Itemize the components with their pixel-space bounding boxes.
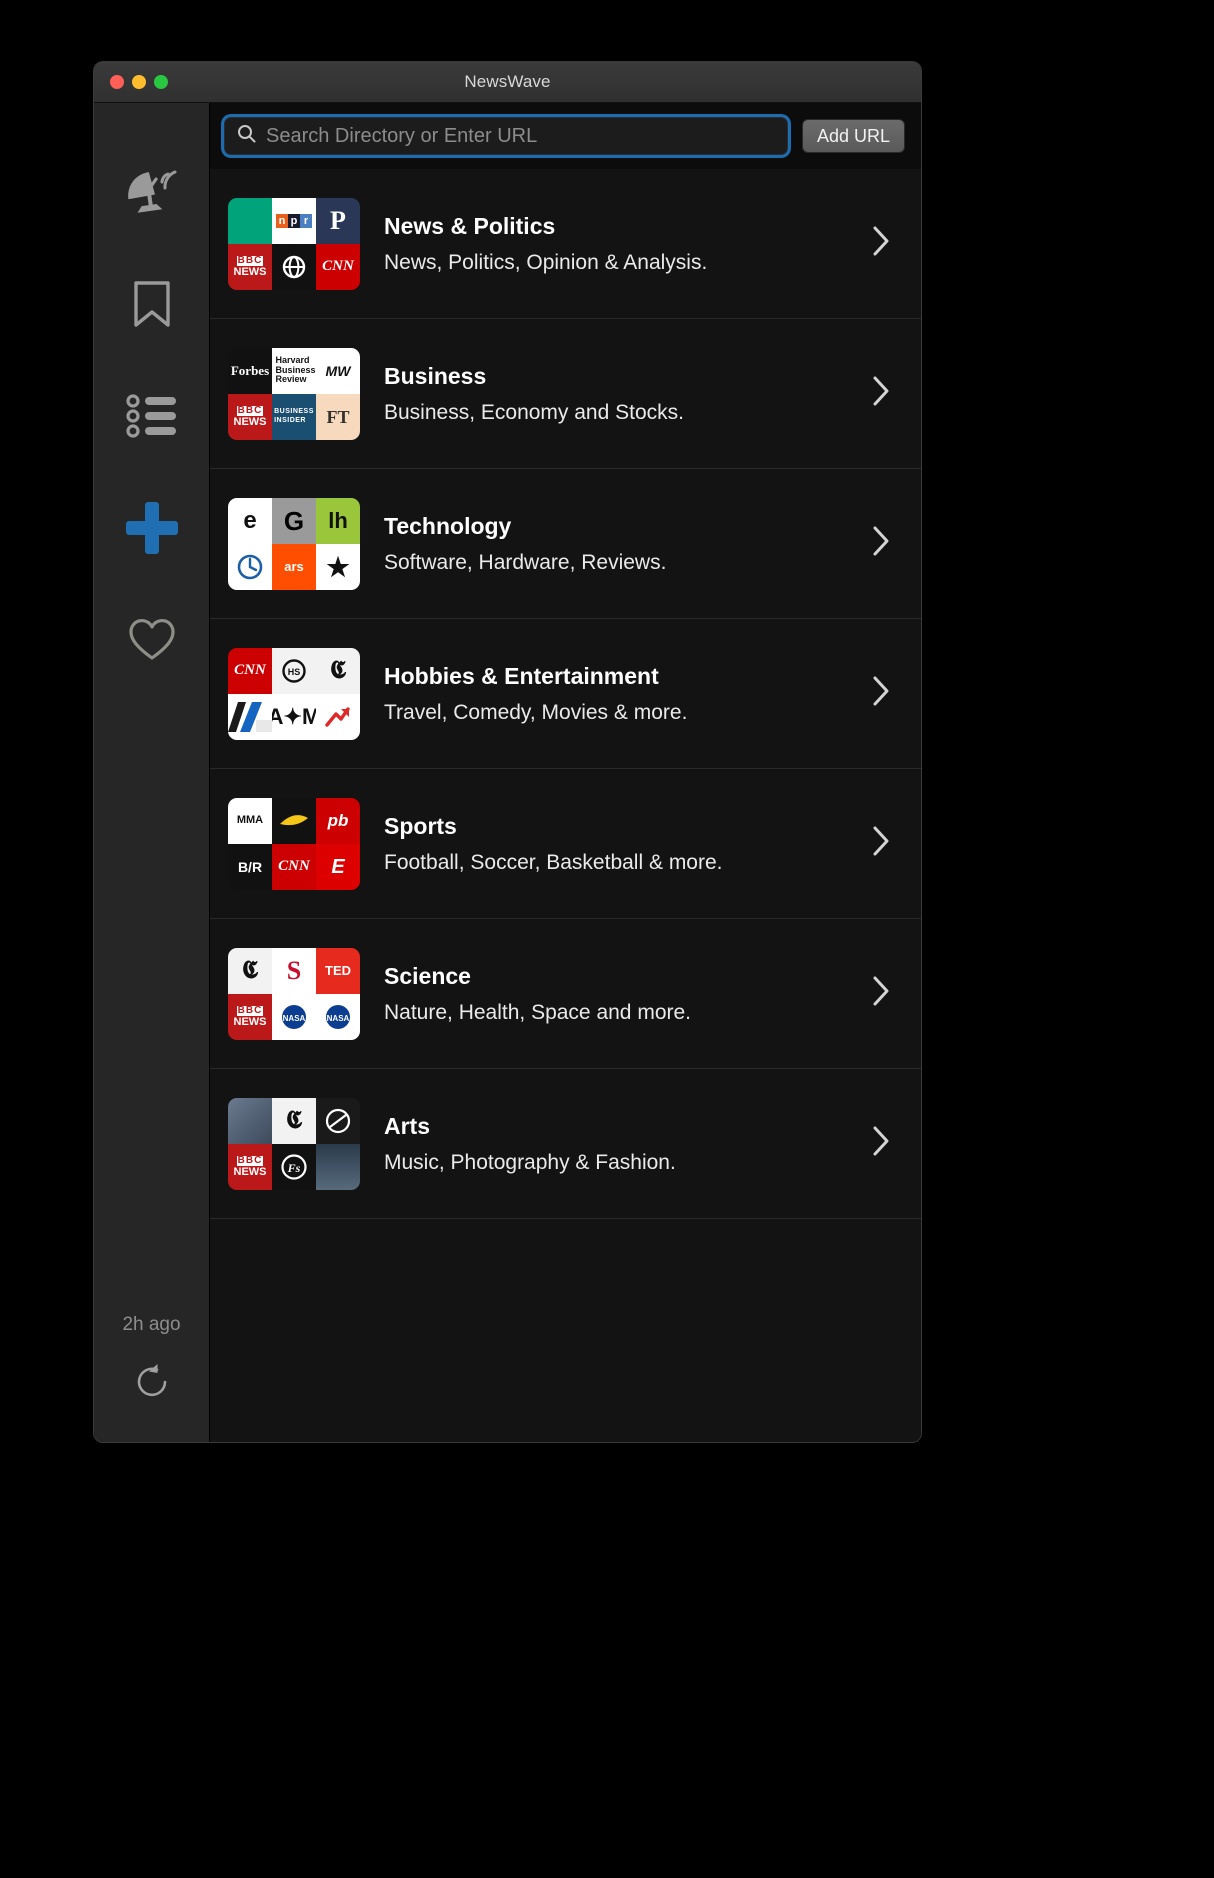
row-title: Technology — [384, 512, 512, 539]
zoom-button[interactable] — [154, 75, 168, 89]
svg-text:Fs: Fs — [287, 1161, 301, 1175]
close-button[interactable] — [110, 75, 124, 89]
row-subtitle: Nature, Health, Space and more. — [384, 1000, 692, 1024]
window-body: 2h ago Search Directory or Enter URL Add… — [94, 103, 921, 1442]
search-icon — [237, 124, 256, 148]
add-url-button[interactable]: Add URL — [801, 119, 905, 153]
list-icon — [125, 394, 178, 438]
category-thumbnail: e G lh ars ★ — [228, 497, 360, 590]
directory-row-arts[interactable]: 𝕮 BBC NEWS Fs Arts Music, Photography & F… — [210, 1069, 921, 1219]
sidebar-item-reading-list[interactable] — [115, 379, 189, 453]
last-refresh-label: 2h ago — [122, 1314, 181, 1335]
row-title: Arts — [384, 1112, 431, 1139]
row-subtitle: Music, Photography & Fashion. — [384, 1150, 676, 1174]
directory-row-hobbies-entertainment[interactable]: CNN HS 𝕮 A✦M Hobbies & Entertainment Tra… — [210, 619, 921, 769]
category-thumbnail: Forbes Harvard Business Review MW BBC NEWS … — [228, 347, 360, 440]
row-title: News & Politics — [384, 212, 556, 239]
category-thumbnail: 𝕮 S TED BBC NEWS NASA NASA — [228, 947, 360, 1040]
category-thumbnail: CNN HS 𝕮 A✦M — [228, 647, 360, 740]
chevron-right-icon[interactable] — [871, 825, 891, 862]
row-title: Business — [384, 362, 487, 389]
bookmark-icon — [132, 279, 172, 329]
row-text: News & Politics News, Politics, Opinion … — [384, 213, 847, 275]
directory-row-business[interactable]: Forbes Harvard Business Review MW BBC NEWS … — [210, 319, 921, 469]
row-title: Sports — [384, 812, 457, 839]
plus-icon — [123, 499, 181, 557]
chevron-right-icon[interactable] — [871, 675, 891, 712]
minimize-button[interactable] — [132, 75, 146, 89]
row-text: Arts Music, Photography & Fashion. — [384, 1113, 847, 1175]
directory-row-technology[interactable]: e G lh ars ★ Technology Software, Hardwa… — [210, 469, 921, 619]
row-text: Business Business, Economy and Stocks. — [384, 363, 847, 425]
row-subtitle: Football, Soccer, Basketball & more. — [384, 850, 723, 874]
row-subtitle: News, Politics, Opinion & Analysis. — [384, 250, 708, 274]
row-text: Hobbies & Entertainment Travel, Comedy, … — [384, 663, 847, 725]
sidebar-item-bookmarks[interactable] — [115, 267, 189, 341]
row-title: Science — [384, 962, 471, 989]
category-thumbnail: 𝕮 BBC NEWS Fs — [228, 1097, 360, 1190]
row-title: Hobbies & Entertainment — [384, 662, 659, 689]
search-field-container[interactable] — [224, 117, 788, 155]
window-title: NewsWave — [464, 72, 551, 91]
toolbar: Add URL — [210, 103, 921, 169]
directory-row-sports[interactable]: MMA pb B/R CNN E Sports Football, Soccer… — [210, 769, 921, 919]
sidebar: 2h ago — [94, 103, 210, 1442]
chevron-right-icon[interactable] — [871, 525, 891, 562]
directory-row-news-politics[interactable]: npr P BBC NEWS CNN News & Politics News, … — [210, 169, 921, 319]
traffic-light-controls — [94, 75, 168, 89]
svg-text:NASA: NASA — [283, 1014, 306, 1023]
svg-text:NASA: NASA — [327, 1014, 350, 1023]
heart-icon — [128, 618, 176, 662]
chevron-right-icon[interactable] — [871, 1125, 891, 1162]
search-input[interactable] — [266, 124, 787, 148]
directory-row-science[interactable]: 𝕮 S TED BBC NEWS NASA NASA Science Natur… — [210, 919, 921, 1069]
refresh-button[interactable] — [124, 1356, 180, 1412]
row-text: Technology Software, Hardware, Reviews. — [384, 513, 847, 575]
refresh-icon — [132, 1362, 172, 1407]
sidebar-item-discover[interactable] — [115, 155, 189, 229]
chevron-right-icon[interactable] — [871, 375, 891, 412]
row-subtitle: Business, Economy and Stocks. — [384, 400, 684, 424]
sidebar-item-favorites[interactable] — [115, 603, 189, 677]
chevron-right-icon[interactable] — [871, 975, 891, 1012]
satellite-dish-icon — [124, 166, 180, 218]
row-text: Science Nature, Health, Space and more. — [384, 963, 847, 1025]
category-thumbnail: MMA pb B/R CNN E — [228, 797, 360, 890]
category-thumbnail: npr P BBC NEWS CNN — [228, 197, 360, 290]
sidebar-item-add-feed[interactable] — [115, 491, 189, 565]
window-titlebar: NewsWave — [94, 62, 921, 103]
main-content: Add URL npr P BBCNEWS CNN — [210, 103, 921, 1442]
row-subtitle: Software, Hardware, Reviews. — [384, 550, 667, 574]
chevron-right-icon[interactable] — [871, 225, 891, 262]
svg-text:HS: HS — [288, 667, 301, 677]
directory-list: npr P BBC NEWS CNN News & Politics News, … — [210, 169, 921, 1442]
app-window: NewsWave 2h ago Search Directory or Ente… — [94, 62, 921, 1442]
row-subtitle: Travel, Comedy, Movies & more. — [384, 700, 688, 724]
row-text: Sports Football, Soccer, Basketball & mo… — [384, 813, 847, 875]
